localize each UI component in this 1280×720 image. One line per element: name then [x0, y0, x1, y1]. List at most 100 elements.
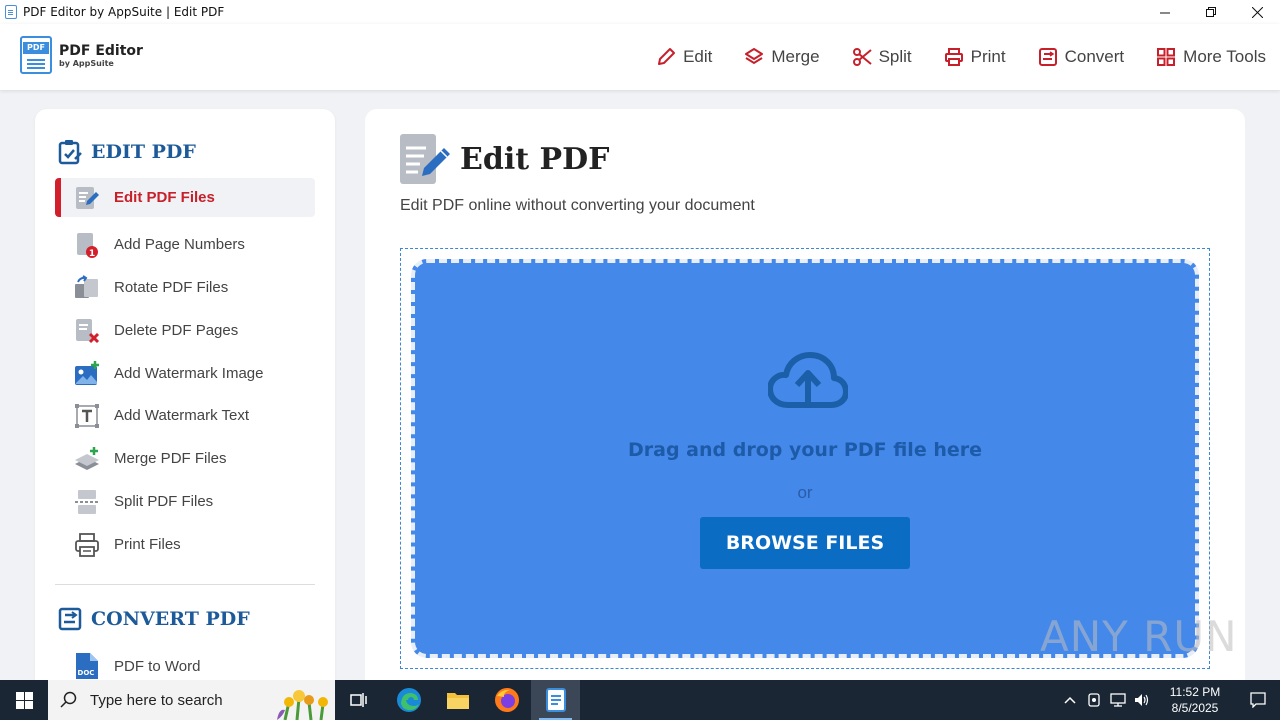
network-status-button[interactable]	[1082, 680, 1106, 720]
network-button[interactable]	[1106, 680, 1130, 720]
restore-icon	[1205, 6, 1216, 17]
top-navigation: Edit Merge Split Print Convert More Tool…	[624, 24, 1266, 90]
task-view-icon	[349, 693, 367, 707]
sidebar-item-label: Split PDF Files	[114, 493, 214, 510]
convert-icon	[58, 607, 82, 631]
app-logo[interactable]: PDF PDF Editor by AppSuite	[20, 36, 143, 74]
nav-edit[interactable]: Edit	[656, 47, 712, 67]
page-subtitle: Edit PDF online without converting your …	[400, 197, 755, 214]
drop-instructions: Drag and drop your PDF file here	[628, 439, 982, 461]
sidebar-item-split-pdf-files[interactable]: Split PDF Files	[55, 482, 315, 521]
sidebar-item-rotate-pdf-files[interactable]: Rotate PDF Files	[55, 268, 315, 307]
nav-more-tools[interactable]: More Tools	[1156, 47, 1266, 67]
edit-document-icon	[400, 134, 450, 184]
page-title: Edit PDF	[460, 141, 610, 177]
drop-zone-frame: Drag and drop your PDF file here or BROW…	[400, 248, 1210, 669]
sidebar-item-label: Add Watermark Text	[114, 407, 250, 424]
firefox-taskbar-button[interactable]	[482, 680, 531, 720]
sidebar-item-print-files[interactable]: Print Files	[55, 525, 315, 564]
nav-merge[interactable]: Merge	[744, 47, 820, 67]
nav-merge-label: Merge	[771, 47, 820, 66]
sidebar-item-label: Delete PDF Pages	[114, 322, 239, 339]
logo-title: PDF Editor	[59, 42, 143, 59]
sidebar-item-label: PDF to Word	[114, 658, 201, 675]
speaker-icon	[1135, 694, 1149, 706]
sidebar-item-label: Add Watermark Image	[114, 365, 264, 382]
nav-print[interactable]: Print	[944, 47, 1006, 67]
split-icon	[75, 490, 99, 514]
taskbar-search-box[interactable]: Type here to search	[48, 680, 335, 720]
browse-files-button[interactable]: BROWSE FILES	[700, 517, 910, 569]
notification-icon	[1250, 692, 1266, 708]
pdf-editor-taskbar-button[interactable]	[531, 680, 580, 720]
nav-more-tools-label: More Tools	[1183, 47, 1266, 66]
app-header: PDF PDF Editor by AppSuite Edit Merge Sp…	[0, 24, 1280, 90]
start-button[interactable]	[0, 680, 48, 720]
file-drop-zone[interactable]: Drag and drop your PDF file here or BROW…	[411, 259, 1199, 658]
layers-icon	[745, 48, 764, 65]
nav-print-label: Print	[970, 47, 1006, 66]
page-number-icon: 1	[77, 233, 98, 258]
firefox-icon	[494, 688, 519, 712]
svg-text:1: 1	[89, 249, 95, 258]
restore-button[interactable]	[1188, 0, 1234, 24]
printer-icon	[944, 48, 963, 66]
close-button[interactable]	[1234, 0, 1280, 24]
clipboard-check-icon	[58, 140, 82, 165]
sidebar-item-merge-pdf-files[interactable]: Merge PDF Files	[55, 439, 315, 478]
nav-convert-label: Convert	[1064, 47, 1125, 66]
chevron-up-icon	[1064, 696, 1076, 704]
or-separator: or	[797, 483, 813, 502]
cloud-upload-icon	[768, 352, 848, 408]
sidebar-item-label: Rotate PDF Files	[114, 279, 229, 296]
edit-section-title: EDIT PDF	[91, 141, 196, 163]
clock-time: 11:52 PM	[1169, 685, 1221, 699]
sidebar-item-edit-pdf-files[interactable]: Edit PDF Files	[55, 178, 315, 217]
nav-convert[interactable]: Convert	[1038, 47, 1125, 67]
rotate-icon	[75, 275, 98, 298]
sidebar: EDIT PDF Edit PDF Files 1 Add Page Numbe…	[35, 109, 335, 720]
sidebar-item-label: Merge PDF Files	[114, 450, 227, 467]
notifications-button[interactable]	[1236, 680, 1280, 720]
app-icon	[5, 5, 17, 19]
sidebar-item-label: Add Page Numbers	[114, 236, 245, 253]
minimize-button[interactable]	[1142, 0, 1188, 24]
doc-badge: DOC	[78, 669, 95, 677]
edge-taskbar-button[interactable]	[384, 680, 433, 720]
system-tray: 11:52 PM 8/5/2025	[1058, 680, 1280, 720]
file-explorer-taskbar-button[interactable]	[433, 680, 482, 720]
close-icon	[1251, 6, 1263, 18]
sidebar-item-add-watermark-text[interactable]: Add Watermark Text	[55, 396, 315, 435]
image-add-icon	[75, 361, 99, 385]
edit-document-icon	[76, 187, 99, 209]
edge-icon	[396, 688, 421, 712]
window-title: PDF Editor by AppSuite | Edit PDF	[23, 5, 225, 19]
sidebar-item-add-page-numbers[interactable]: 1 Add Page Numbers	[55, 225, 315, 264]
clock-date: 8/5/2025	[1171, 701, 1219, 715]
network-icon	[1110, 693, 1126, 707]
window-controls	[1142, 0, 1280, 24]
task-view-button[interactable]	[335, 680, 384, 720]
search-icon	[60, 691, 77, 708]
nav-split[interactable]: Split	[852, 47, 912, 67]
security-icon	[1088, 693, 1100, 707]
flowers-icon	[277, 690, 328, 720]
nav-split-label: Split	[878, 47, 912, 66]
grid-icon	[1157, 48, 1176, 66]
printer-icon	[75, 533, 99, 557]
volume-button[interactable]	[1130, 680, 1154, 720]
show-hidden-icons-button[interactable]	[1058, 680, 1082, 720]
pdf-editor-app-icon	[545, 688, 566, 712]
convert-icon	[1038, 48, 1057, 66]
window-titlebar: PDF Editor by AppSuite | Edit PDF	[0, 0, 1280, 24]
convert-section-heading: CONVERT PDF	[57, 606, 250, 632]
anyrun-watermark: ANY RUN	[1040, 612, 1238, 661]
scissors-icon	[852, 48, 872, 66]
windows-logo-icon	[15, 691, 33, 709]
sidebar-item-add-watermark-image[interactable]: Add Watermark Image	[55, 354, 315, 393]
sidebar-item-delete-pdf-pages[interactable]: Delete PDF Pages	[55, 311, 315, 350]
edit-section-heading: EDIT PDF	[57, 139, 196, 165]
doc-icon: DOC	[76, 653, 98, 679]
taskbar-clock[interactable]: 11:52 PM 8/5/2025	[1154, 684, 1236, 716]
nav-edit-label: Edit	[683, 47, 713, 66]
